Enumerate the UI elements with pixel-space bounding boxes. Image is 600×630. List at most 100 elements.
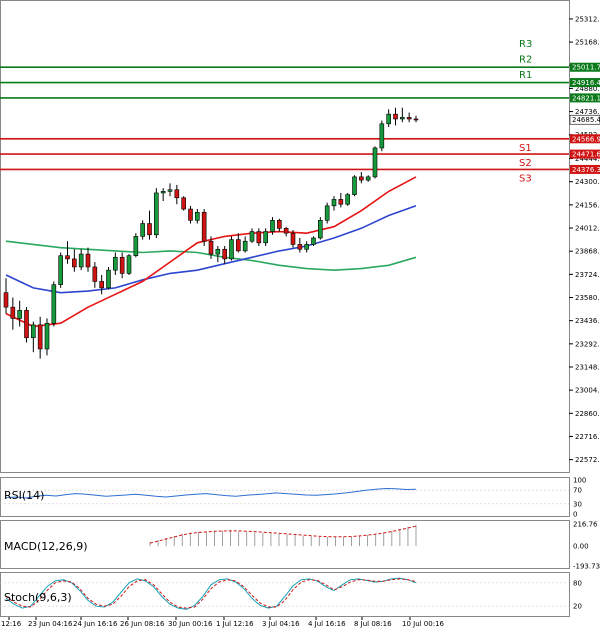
candle-body (242, 240, 248, 252)
candle-body (359, 176, 364, 181)
stoch-tick-label: 80 (573, 579, 582, 587)
price-tick-label: 22572.0 (575, 456, 600, 464)
candle-body (160, 191, 166, 194)
candle-body (311, 237, 316, 245)
candle-body (331, 199, 337, 207)
level-value-s2: 24471.6 (572, 151, 600, 159)
candle-body (379, 123, 385, 149)
time-tick-label: 23 Jun 04:16 (28, 620, 73, 628)
level-value-s1: 24566.9 (572, 135, 600, 143)
price-tick-label: 24012.0 (575, 225, 600, 233)
candle-body (51, 284, 57, 324)
candle-body (256, 231, 262, 244)
candle-body (31, 324, 36, 339)
level-value-r1: 24821.1 (572, 94, 600, 102)
candle-body (113, 257, 118, 271)
price-tick-label: 23868.0 (575, 248, 600, 256)
candle-body (365, 176, 371, 181)
candle-body (406, 117, 412, 120)
price-tick-label: 23724.0 (575, 271, 600, 279)
candle-body (201, 211, 207, 242)
macd-tick-label: 0.00 (573, 543, 589, 551)
price-tick-label: 25168.0 (575, 39, 600, 47)
candle-body (24, 310, 29, 339)
candle-body (174, 189, 180, 199)
level-value-s3: 24376.3 (572, 166, 600, 174)
candle-body (126, 255, 132, 274)
candle-body (3, 292, 9, 308)
trading-chart: 25312.025168.025024.024880.024736.024592… (0, 0, 600, 628)
price-tick-label: 24736.0 (575, 108, 600, 116)
time-tick-label: 26 Jun 08:16 (120, 620, 165, 628)
price-panel (0, 0, 570, 473)
time-tick-label: 3 Jul 04:16 (262, 620, 300, 628)
candle-body (10, 306, 16, 319)
candle-body (92, 266, 98, 282)
candle-body (215, 248, 221, 255)
candle-body (277, 220, 282, 229)
candle-body (72, 258, 77, 268)
candle-body (85, 253, 91, 268)
macd-tick-label: 216.76 (573, 521, 598, 529)
time-tick-label: 12:16 (1, 620, 22, 628)
rsi-tick-label: 0 (573, 511, 577, 519)
candle-body (106, 269, 111, 289)
time-tick-label: 10 Jul 00:16 (402, 620, 445, 628)
price-tick-label: 23292.0 (575, 340, 600, 348)
candle-body (270, 220, 275, 232)
time-tick-label: 1 Jul 12:16 (216, 620, 254, 628)
candle-body (338, 199, 344, 205)
candle-body (188, 208, 193, 221)
candle-body (413, 118, 419, 121)
candle-body (386, 113, 391, 125)
candle-body (229, 239, 234, 260)
rsi-tick-label: 30 (573, 500, 582, 508)
stoch-panel (0, 572, 570, 617)
price-tick-label: 23148.0 (575, 363, 600, 371)
time-tick-label: 30 Jun 00:16 (168, 620, 213, 628)
price-tick-label: 22860.0 (575, 410, 600, 418)
time-axis: 12:16 23 Jun 04:16 24 Jun 16:16 26 Jun 08:1… (1, 617, 445, 628)
level-name-r3: R3 (519, 39, 532, 50)
candle-body (345, 194, 350, 205)
stoch-label: Stoch(9,6,3) (4, 591, 72, 604)
candle-body (304, 244, 309, 250)
candle-body (236, 239, 241, 252)
candle-body (181, 197, 186, 210)
rsi-tick-label: 70 (573, 487, 582, 495)
macd-tick-label: -193.73 (573, 563, 600, 571)
price-tick-label: 24300.0 (575, 178, 600, 186)
candle-body (195, 211, 200, 221)
candle-body (208, 240, 214, 255)
current-price-label: 24685.4 (572, 116, 600, 124)
candle-body (37, 324, 43, 350)
price-tick-label: 23004.0 (575, 387, 600, 395)
price-tick-label: 22716.0 (575, 433, 600, 441)
candle-body (99, 281, 104, 289)
time-tick-label: 8 Jul 08:16 (354, 620, 392, 628)
candle-body (119, 257, 125, 274)
candle-body (167, 189, 173, 192)
candle-body (58, 255, 63, 285)
level-value-r3: 25011.7 (572, 64, 600, 72)
candle-body (393, 113, 398, 120)
candle-body (154, 192, 159, 236)
candle-body (65, 255, 70, 260)
level-name-s1: S1 (519, 143, 532, 154)
rsi-label: RSI(14) (4, 489, 44, 502)
candle-body (283, 228, 289, 234)
candle-body (249, 231, 255, 242)
price-tick-label: 25312.0 (575, 15, 600, 23)
macd-label: MACD(12,26,9) (4, 540, 88, 553)
candle-body (352, 176, 357, 195)
candle-body (400, 117, 405, 120)
candle-body (17, 310, 22, 319)
time-tick-label: 24 Jun 16:16 (73, 620, 118, 628)
candle-body (324, 205, 330, 221)
level-name-s3: S3 (519, 173, 532, 184)
price-tick-label: 23580.0 (575, 294, 600, 302)
price-tick-label: 23436.0 (575, 317, 600, 325)
stoch-tick-label: 20 (573, 603, 582, 611)
level-name-s2: S2 (519, 158, 532, 169)
level-name-r1: R1 (519, 70, 532, 81)
